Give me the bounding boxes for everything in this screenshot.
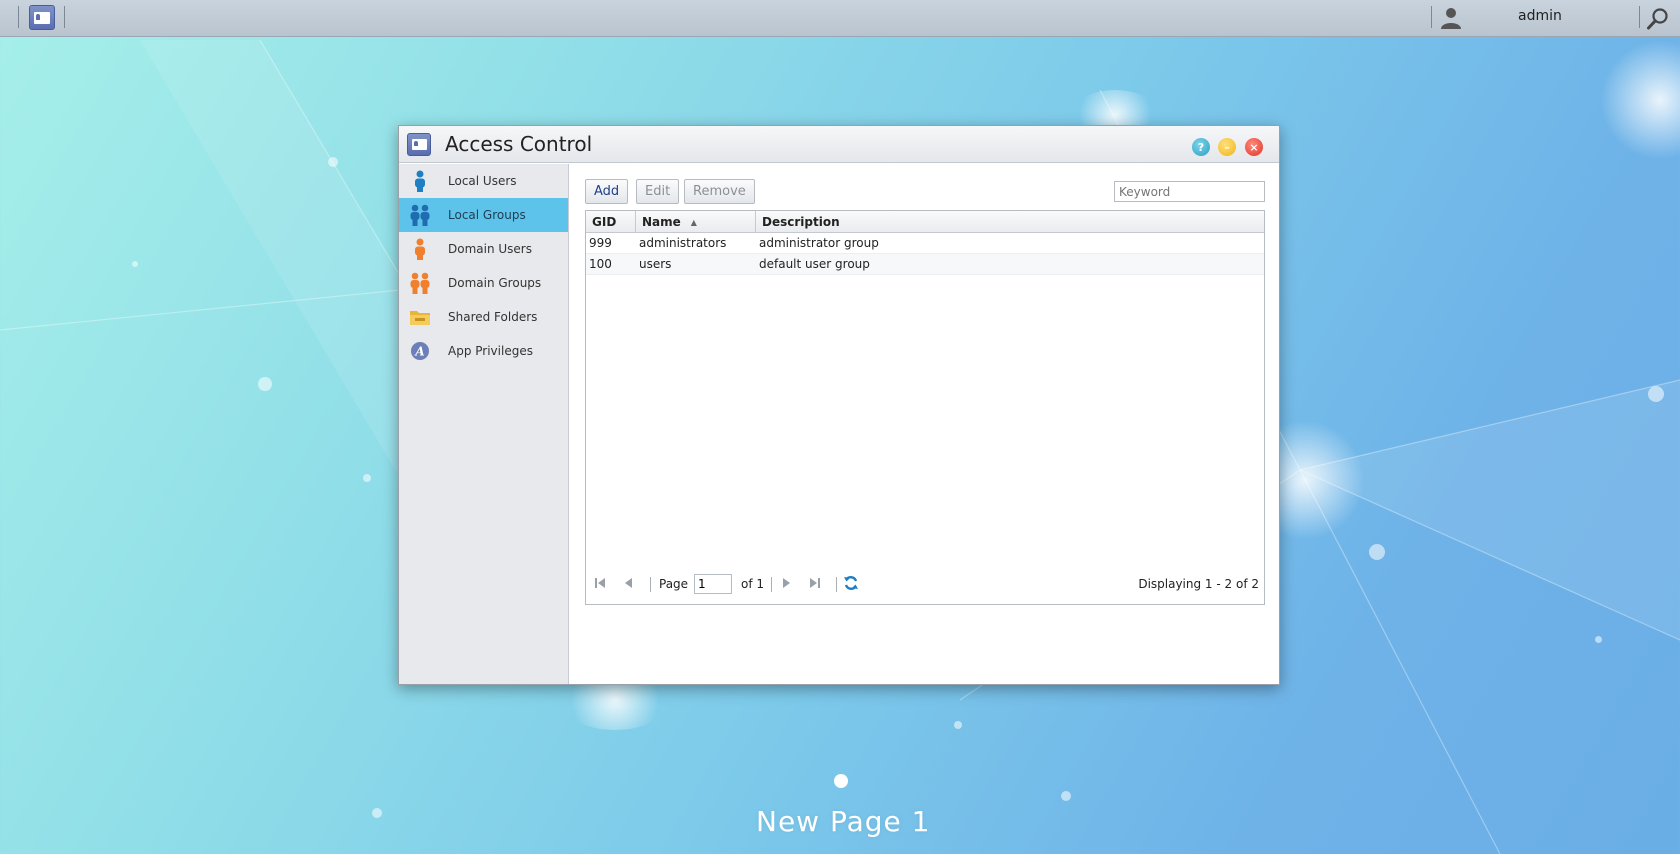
sidebar-item-app-privileges[interactable]: A App Privileges bbox=[399, 334, 568, 368]
column-header-label: GID bbox=[592, 215, 617, 229]
sidebar-item-local-groups[interactable]: Local Groups bbox=[399, 198, 568, 232]
background-glow bbox=[1600, 40, 1680, 160]
cell-description: administrator group bbox=[759, 236, 879, 250]
background-dot bbox=[1369, 544, 1385, 560]
taskbar: admin bbox=[0, 0, 1680, 37]
background-dot bbox=[132, 261, 138, 267]
window-title: Access Control bbox=[445, 132, 593, 156]
table-row[interactable]: 100 users default user group bbox=[586, 254, 1264, 275]
column-header-gid[interactable]: GID bbox=[586, 211, 636, 233]
page-label: Page bbox=[659, 577, 689, 591]
pager-divider bbox=[771, 577, 772, 592]
cell-gid: 999 bbox=[589, 236, 612, 250]
folder-icon bbox=[409, 306, 431, 328]
background-dot bbox=[372, 808, 382, 818]
page-count-label: of 1 bbox=[741, 577, 765, 591]
page-number-input[interactable] bbox=[694, 574, 732, 594]
search-icon[interactable] bbox=[1646, 7, 1670, 31]
sidebar-item-label: Domain Groups bbox=[448, 276, 542, 290]
cell-name: users bbox=[639, 257, 672, 271]
previous-page-icon[interactable] bbox=[620, 575, 636, 591]
taskbar-divider bbox=[18, 6, 19, 28]
sidebar: Local Users Local Groups Domain Users Do… bbox=[399, 164, 569, 684]
refresh-icon[interactable] bbox=[843, 575, 859, 591]
window-titlebar[interactable]: Access Control ? – × bbox=[399, 126, 1279, 163]
column-header-label: Description bbox=[762, 215, 840, 229]
help-icon[interactable]: ? bbox=[1192, 138, 1210, 156]
column-header-description[interactable]: Description bbox=[756, 211, 1264, 233]
sidebar-item-local-users[interactable]: Local Users bbox=[399, 164, 568, 198]
remove-button[interactable]: Remove bbox=[684, 179, 755, 204]
last-page-icon[interactable] bbox=[807, 575, 823, 591]
background-dot bbox=[328, 157, 338, 167]
sidebar-item-domain-groups[interactable]: Domain Groups bbox=[399, 266, 568, 300]
close-icon[interactable]: × bbox=[1245, 138, 1263, 156]
displaying-count: Displaying 1 - 2 of 2 bbox=[1138, 577, 1259, 591]
cell-name: administrators bbox=[639, 236, 727, 250]
access-control-icon bbox=[407, 133, 431, 156]
background-dot bbox=[954, 721, 962, 729]
cell-description: default user group bbox=[759, 257, 870, 271]
pager-divider bbox=[836, 577, 837, 592]
background-dot bbox=[1648, 386, 1664, 402]
taskbar-divider bbox=[1639, 6, 1640, 28]
sidebar-item-label: Shared Folders bbox=[448, 310, 538, 324]
minimize-icon[interactable]: – bbox=[1218, 138, 1236, 156]
taskbar-divider bbox=[1431, 6, 1432, 28]
taskbar-divider bbox=[64, 6, 65, 28]
column-header-label: Name bbox=[642, 215, 681, 229]
access-control-window: Access Control ? – × Local Users Local G… bbox=[398, 125, 1280, 685]
user-icon bbox=[409, 170, 431, 192]
domain-user-icon bbox=[409, 238, 431, 260]
sidebar-item-domain-users[interactable]: Domain Users bbox=[399, 232, 568, 266]
column-header-name[interactable]: Name ▲ bbox=[636, 211, 756, 233]
background-dot bbox=[1595, 636, 1602, 643]
table-row[interactable]: 999 administrators administrator group bbox=[586, 233, 1264, 254]
domain-group-icon bbox=[409, 272, 431, 294]
sidebar-item-label: App Privileges bbox=[448, 344, 533, 358]
next-page-icon[interactable] bbox=[779, 575, 795, 591]
access-control-icon[interactable] bbox=[29, 5, 55, 30]
username-label[interactable]: admin bbox=[1518, 8, 1562, 24]
table-header: GID Name ▲ Description bbox=[586, 211, 1264, 233]
desktop-page-name[interactable]: New Page 1 bbox=[756, 805, 930, 838]
app-icon: A bbox=[409, 340, 431, 362]
pager-divider bbox=[650, 577, 651, 592]
cell-gid: 100 bbox=[589, 257, 612, 271]
user-icon[interactable] bbox=[1439, 6, 1463, 30]
keyword-search-input[interactable] bbox=[1114, 181, 1265, 202]
sidebar-item-shared-folders[interactable]: Shared Folders bbox=[399, 300, 568, 334]
first-page-icon[interactable] bbox=[592, 575, 608, 591]
sidebar-item-label: Local Groups bbox=[448, 208, 526, 222]
background-dot bbox=[258, 377, 272, 391]
background-dot bbox=[363, 474, 371, 482]
edit-button[interactable]: Edit bbox=[636, 179, 680, 204]
svg-text:A: A bbox=[414, 345, 424, 359]
sidebar-item-label: Local Users bbox=[448, 174, 517, 188]
group-icon bbox=[409, 204, 431, 226]
groups-table: GID Name ▲ Description 999 administrators… bbox=[585, 210, 1265, 605]
page-indicator-dot[interactable] bbox=[834, 774, 848, 788]
add-button[interactable]: Add bbox=[585, 179, 629, 204]
content-panel: Add Edit Remove GID Name ▲ Description 99… bbox=[570, 164, 1279, 684]
background-dot bbox=[1061, 791, 1071, 801]
sort-ascending-icon: ▲ bbox=[690, 217, 697, 227]
sidebar-item-label: Domain Users bbox=[448, 242, 532, 256]
pager: Page of 1 Displaying 1 - 2 of 2 bbox=[586, 566, 1264, 602]
